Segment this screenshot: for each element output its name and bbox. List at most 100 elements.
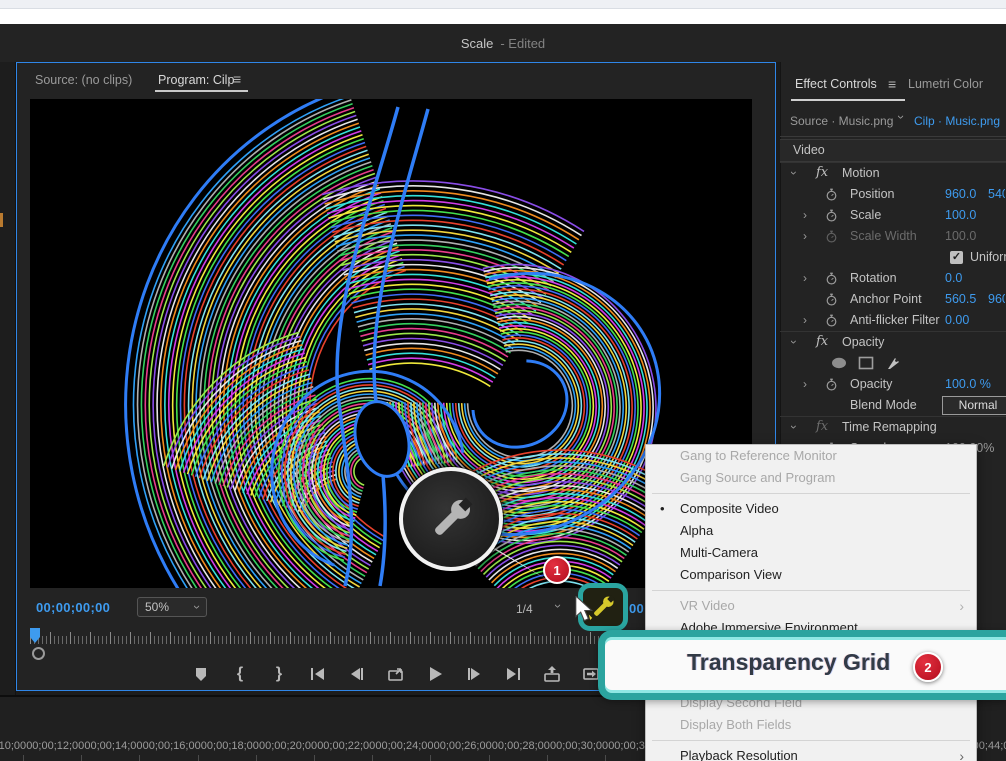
menu-item-gang-source-and-program: Gang Source and Program	[646, 467, 976, 489]
property-value[interactable]: 560.5	[945, 292, 976, 306]
panel-menu-icon[interactable]: ≡	[888, 76, 896, 92]
chevron-collapsed-icon[interactable]: ›	[803, 313, 807, 327]
effect-group-label: Opacity	[842, 335, 884, 349]
zoom-level-value: 50%	[145, 600, 169, 614]
playhead-marker[interactable]	[30, 628, 41, 644]
chevron-expanded-icon[interactable]: ›	[787, 425, 801, 429]
step-forward-button[interactable]	[464, 666, 484, 683]
left-panel-strip	[0, 62, 16, 761]
chevron-expanded-icon[interactable]: ›	[787, 340, 801, 344]
uniform-scale-checkbox[interactable]: ✓	[950, 251, 963, 264]
go-to-in-button[interactable]	[308, 666, 328, 683]
chevron-expanded-icon[interactable]: ›	[787, 171, 801, 175]
program-video-frame	[30, 99, 752, 588]
monitor-settings-menu: Gang to Reference MonitorGang Source and…	[645, 444, 977, 761]
tab-program-monitor[interactable]: Program: Cilp	[158, 73, 234, 87]
titlebar: Scale - Edited	[0, 24, 1006, 62]
tab-effect-controls[interactable]: Effect Controls	[795, 77, 877, 91]
zoom-level-dropdown[interactable]: 50% ›	[137, 597, 207, 617]
ec-row-opacity: › Opacity 100.0 %	[780, 374, 1006, 395]
property-label: Anchor Point	[850, 292, 922, 306]
play-button[interactable]	[425, 666, 445, 683]
ec-row-masks	[780, 353, 1006, 374]
property-value[interactable]: 100.0	[945, 208, 976, 222]
ellipse-mask-icon[interactable]	[830, 356, 848, 370]
menu-item-composite-video[interactable]: • Composite Video	[646, 498, 976, 520]
menu-item-label: Composite Video	[680, 501, 779, 516]
property-label: Position	[850, 187, 894, 201]
ec-row-time-remapping: ›fxTime Remapping	[780, 416, 1006, 438]
ec-row-scale-width: › Scale Width 100.0	[780, 226, 1006, 247]
treble-clef-artwork	[30, 99, 752, 588]
timeline-timecode-label: 00;00;18;00	[201, 740, 259, 752]
timeline-timecode-label: 00;00;12;00	[26, 740, 84, 752]
blend-mode-dropdown[interactable]: Normal	[942, 396, 1006, 415]
browser-top-strip	[0, 0, 1006, 9]
tab-source-monitor[interactable]: Source: (no clips)	[35, 73, 132, 87]
lift-button[interactable]	[542, 666, 562, 683]
mark-in-button[interactable]: {	[230, 666, 250, 683]
step-back-button[interactable]	[347, 666, 367, 683]
timeline-timecode-label: 00;00;26;00	[434, 740, 492, 752]
transparency-grid-callout[interactable]: Transparency Grid	[598, 630, 1006, 700]
ec-row-rotation: › Rotation 0.0	[780, 268, 1006, 289]
section-label: Video	[793, 143, 825, 157]
menu-item-comparison-view[interactable]: Comparison View	[646, 564, 976, 586]
chevron-collapsed-icon[interactable]: ›	[803, 377, 807, 391]
menu-separator	[646, 736, 976, 745]
menu-item-label: Gang Source and Program	[680, 470, 835, 485]
chevron-collapsed-icon[interactable]: ›	[803, 271, 807, 285]
rect-mask-icon[interactable]	[858, 356, 874, 370]
chevron-collapsed-icon[interactable]: ›	[803, 229, 807, 243]
menu-item-label: VR Video	[680, 598, 735, 613]
property-value[interactable]: 960.0	[945, 187, 976, 201]
menu-item-display-both-fields: Display Both Fields	[646, 714, 976, 736]
fx-icon: fx	[816, 334, 828, 349]
property-value[interactable]: 100.0 %	[945, 377, 991, 391]
mark-out-button[interactable]: }	[269, 666, 289, 683]
magnifier-callout	[399, 467, 503, 571]
timeline-timecode-label: 00;00;28;00	[492, 740, 550, 752]
current-timecode[interactable]: 00;00;00;00	[36, 600, 110, 615]
timeline-tick	[372, 755, 373, 761]
property-value[interactable]: 100.0	[945, 229, 976, 243]
ec-row-uniform-scale: ✓Uniform Scale	[780, 247, 1006, 268]
property-value-2-clipped[interactable]: 960.3	[988, 292, 1005, 306]
selected-bullet-icon: •	[660, 498, 665, 520]
export-frame-button[interactable]	[386, 666, 406, 683]
property-label: Rotation	[850, 271, 897, 285]
property-value-2-clipped[interactable]: 540.0	[988, 187, 1005, 201]
timeline-timecode-label: 00;00;16;00	[143, 740, 201, 752]
menu-separator	[646, 489, 976, 498]
panel-menu-icon[interactable]: ≡	[233, 71, 241, 87]
property-label: Scale Width	[850, 229, 917, 243]
chevron-down-icon[interactable]: ›	[896, 115, 906, 119]
timeline-tick	[139, 755, 140, 761]
premiere-window: Scale - Edited Source: (no clips) Progra…	[0, 0, 1006, 761]
playback-resolution-dropdown[interactable]: 1/4	[516, 602, 533, 616]
pen-mask-icon[interactable]	[886, 356, 902, 370]
menu-item-label: Comparison View	[680, 567, 782, 582]
menu-item-multi-camera[interactable]: Multi-Camera	[646, 542, 976, 564]
add-marker-button[interactable]	[191, 666, 211, 683]
ec-row-blend-mode: Blend ModeNormal	[780, 395, 1006, 416]
property-value[interactable]: 0.00	[945, 313, 969, 327]
menu-item-transparency-grid[interactable]: Transparency Grid	[687, 649, 890, 676]
source-clip-label[interactable]: Source · Music.png	[790, 114, 893, 128]
timeline-clip-label[interactable]: Cilp · Music.png	[914, 114, 1000, 128]
fx-icon: fx	[816, 419, 828, 434]
go-to-out-button[interactable]	[503, 666, 523, 683]
chevron-collapsed-icon[interactable]: ›	[803, 208, 807, 222]
chevron-down-icon[interactable]: ›	[553, 604, 563, 608]
tab-lumetri-color[interactable]: Lumetri Color	[908, 77, 983, 91]
property-value[interactable]: 0.0	[945, 271, 962, 285]
timeline-tick	[605, 755, 606, 761]
fx-icon: fx	[816, 165, 828, 180]
menu-item-alpha[interactable]: Alpha	[646, 520, 976, 542]
menu-item-playback-resolution[interactable]: Playback Resolution›	[646, 745, 976, 761]
timeline-timecode-label: 00;00;14;00	[84, 740, 142, 752]
timeline-timecode-label: 00;00;20;00	[259, 740, 317, 752]
active-tab-underline	[155, 90, 248, 92]
property-label: Opacity	[850, 377, 892, 391]
ec-row-motion: ›fxMotion	[780, 162, 1006, 184]
